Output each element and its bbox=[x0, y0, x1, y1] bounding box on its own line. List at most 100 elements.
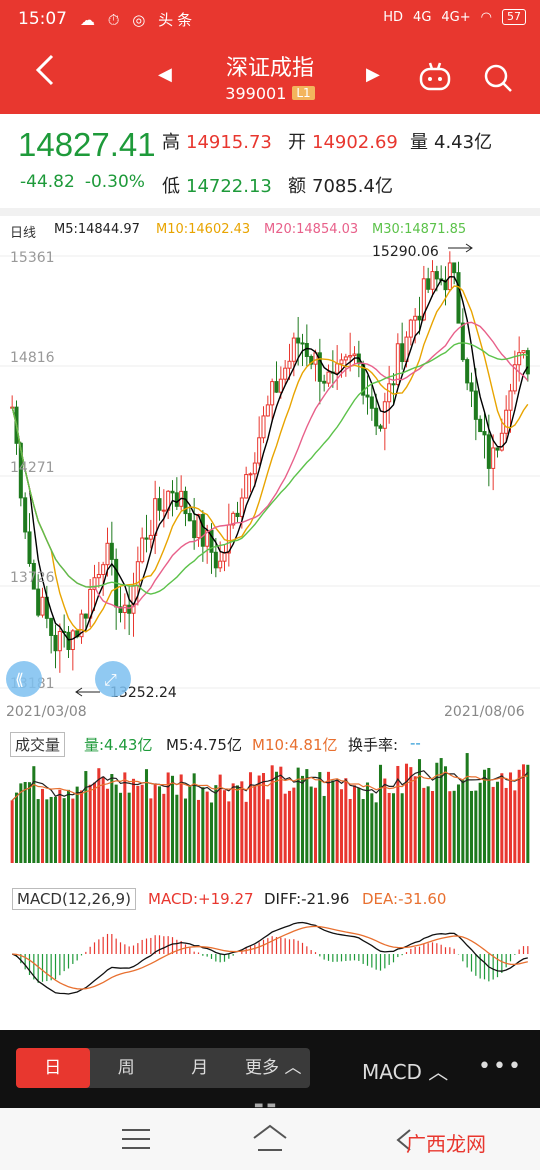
candle-body bbox=[248, 473, 253, 476]
search-icon[interactable] bbox=[482, 62, 514, 94]
stock-name: 深证成指 bbox=[225, 56, 314, 81]
date-axis: 2021/03/08 2021/08/06 bbox=[0, 702, 540, 724]
volume-chart[interactable] bbox=[0, 750, 540, 865]
volume-bar bbox=[114, 784, 118, 863]
ma30-label: M30:14871.85 bbox=[372, 222, 467, 237]
volume-bar bbox=[240, 781, 244, 863]
candle-body bbox=[40, 596, 45, 616]
volume-bar bbox=[378, 764, 383, 863]
volume-bar bbox=[205, 791, 209, 863]
volume-bar bbox=[526, 764, 530, 863]
home-icon[interactable] bbox=[252, 1124, 288, 1154]
low-label: 低 bbox=[162, 176, 180, 197]
candle-body bbox=[265, 404, 270, 417]
volume-bar bbox=[118, 792, 123, 863]
menu-icon[interactable] bbox=[122, 1128, 150, 1150]
period-tabs: 日 周 月 更多 ︿ bbox=[16, 1048, 310, 1088]
stock-code-row: 399001 L1 bbox=[0, 84, 540, 103]
volume-bar bbox=[422, 787, 426, 863]
candle-body bbox=[365, 394, 370, 398]
last-price: 14827.41 bbox=[18, 126, 156, 163]
volume-bar bbox=[123, 772, 127, 863]
tab-month[interactable]: 月 bbox=[163, 1048, 237, 1088]
candle-body bbox=[430, 271, 435, 290]
candle-body bbox=[148, 534, 153, 540]
candle-body bbox=[213, 551, 218, 569]
macd-chart[interactable] bbox=[0, 908, 540, 1028]
candle-body bbox=[335, 363, 340, 374]
candle-body bbox=[244, 474, 249, 499]
volume-bar bbox=[10, 800, 14, 863]
candle-body bbox=[278, 378, 283, 393]
volume-bar bbox=[335, 779, 339, 863]
tab-day[interactable]: 日 bbox=[16, 1048, 90, 1088]
volume-bar bbox=[326, 771, 331, 863]
end-date: 2021/08/06 bbox=[444, 704, 525, 720]
volume-bar bbox=[140, 784, 144, 863]
candle-body bbox=[161, 509, 166, 512]
volume-bar bbox=[201, 787, 205, 863]
open-value: 14902.69 bbox=[312, 132, 398, 153]
candle-body bbox=[127, 604, 132, 614]
volume-bar bbox=[23, 781, 27, 863]
candle-body bbox=[101, 564, 106, 575]
volume-bar bbox=[287, 790, 292, 863]
candle-body bbox=[70, 630, 75, 650]
volume-bar bbox=[309, 786, 313, 863]
volume-bar bbox=[227, 801, 231, 863]
candle-body bbox=[495, 447, 500, 451]
tab-week[interactable]: 周 bbox=[90, 1048, 164, 1088]
scroll-left-button[interactable]: ⟪ bbox=[6, 661, 42, 697]
volume-bar bbox=[84, 771, 88, 863]
volume-bar bbox=[387, 792, 391, 863]
candle-body bbox=[326, 371, 331, 384]
fullscreen-button[interactable]: ⤢ bbox=[95, 661, 131, 697]
volume-bar bbox=[474, 790, 478, 863]
volume-bar bbox=[487, 767, 491, 863]
low-item: 低 14722.13 bbox=[162, 172, 272, 198]
indicator-selector[interactable]: MACD ︿ bbox=[362, 1056, 448, 1085]
volume-bar bbox=[71, 798, 75, 863]
volume-bar bbox=[361, 799, 365, 863]
volume-bar bbox=[131, 778, 136, 863]
kline-chart[interactable]: 15361 14816 14271 13726 13181 15290.06 1… bbox=[0, 242, 540, 702]
candle-body bbox=[235, 512, 240, 517]
robot-assistant-icon[interactable] bbox=[418, 60, 452, 94]
volume-bar bbox=[62, 798, 66, 863]
volume-bar bbox=[261, 773, 266, 863]
candle-body bbox=[348, 355, 353, 358]
volume-bar bbox=[235, 785, 240, 863]
candle-body bbox=[491, 447, 496, 469]
macd-indicator-button[interactable]: MACD(12,26,9) bbox=[12, 888, 136, 910]
volume-bar bbox=[443, 766, 448, 863]
candle-body bbox=[508, 390, 513, 411]
more-options-icon[interactable]: ••• bbox=[478, 1054, 523, 1079]
volume-value: 4.43亿 bbox=[434, 132, 493, 153]
candle-body bbox=[187, 513, 192, 522]
candle-body bbox=[521, 350, 526, 354]
status-right-icons: HD 4G 4G+ ◠ 57 bbox=[383, 9, 526, 25]
volume-bar bbox=[292, 787, 296, 863]
volume-bar bbox=[196, 799, 201, 863]
tab-more[interactable]: 更多 ︿ bbox=[237, 1048, 311, 1088]
battery-icon: 57 bbox=[502, 9, 526, 25]
volume-bar bbox=[491, 786, 495, 863]
next-stock-icon[interactable]: ▶ bbox=[366, 64, 380, 85]
candle-body bbox=[374, 407, 379, 427]
candle-body bbox=[486, 434, 491, 469]
volume-bar bbox=[257, 775, 261, 863]
volume-bar bbox=[482, 769, 487, 863]
volume-bar bbox=[40, 788, 45, 863]
candle-body bbox=[157, 498, 162, 511]
candle-body bbox=[304, 343, 309, 357]
dea-value: DEA:-31.60 bbox=[362, 890, 447, 908]
ma20-label: M20:14854.03 bbox=[264, 222, 359, 237]
candle-body bbox=[382, 401, 387, 429]
candle-body bbox=[400, 343, 405, 363]
candle-body bbox=[525, 350, 530, 375]
candle-body bbox=[469, 382, 474, 392]
candle-body bbox=[478, 418, 483, 433]
volume-bar bbox=[413, 776, 417, 863]
diff-value: DIFF:-21.96 bbox=[264, 890, 350, 908]
volume-bar bbox=[279, 766, 283, 863]
